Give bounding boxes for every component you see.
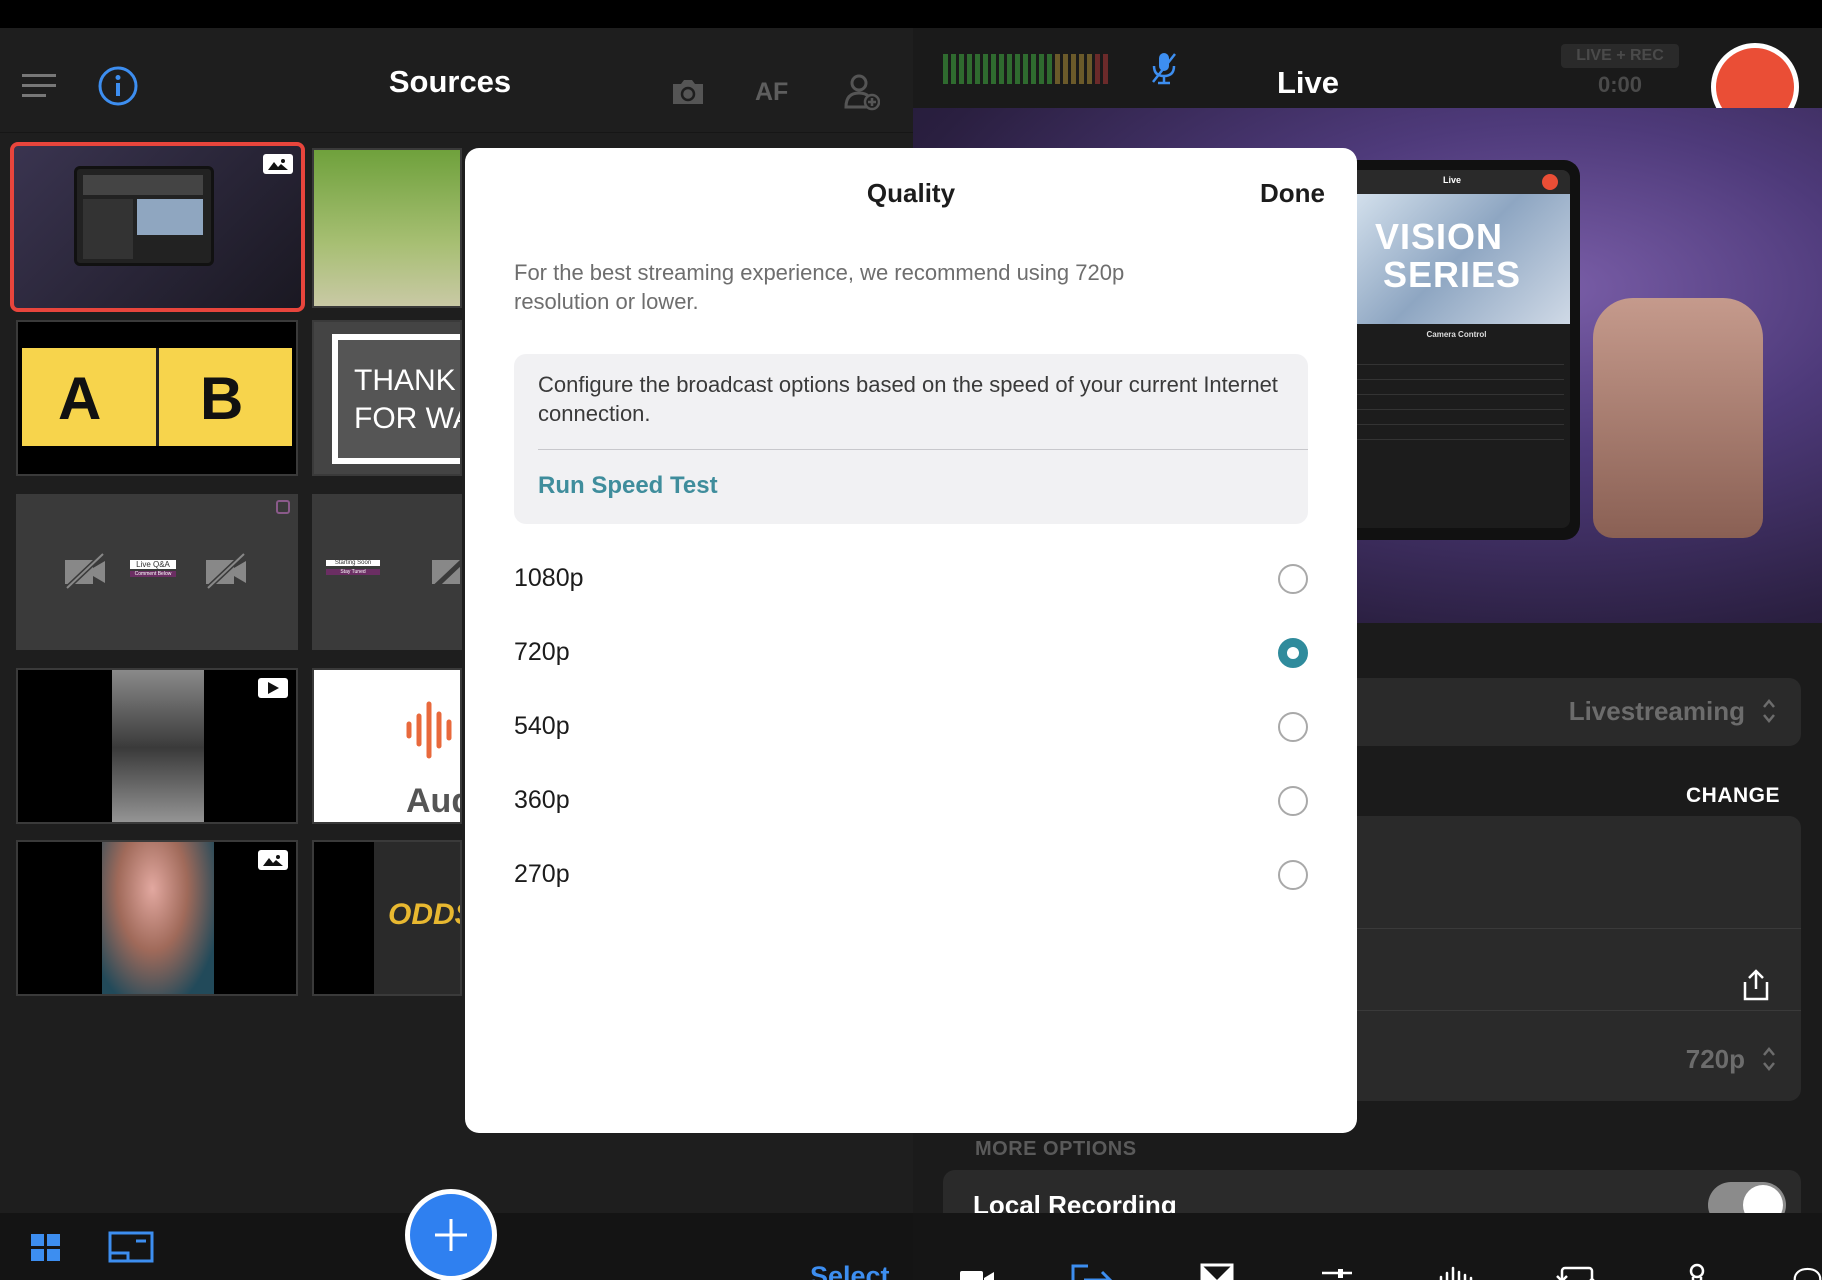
image-badge-icon xyxy=(263,154,293,174)
chevron-updown-icon xyxy=(1761,696,1777,731)
audio-tab-icon[interactable] xyxy=(1433,1260,1481,1280)
add-guest-icon[interactable] xyxy=(842,72,882,112)
qa-subtitle: Comment Below xyxy=(130,571,176,577)
divider xyxy=(538,449,1308,450)
quality-option-270p[interactable]: 270p xyxy=(514,846,1308,906)
microphone-muted-icon[interactable] xyxy=(1149,50,1179,91)
sources-title: Sources xyxy=(388,64,512,99)
info-icon[interactable] xyxy=(96,64,140,108)
preview-series: SERIES xyxy=(1383,254,1522,295)
quality-radio-selected[interactable] xyxy=(1278,638,1308,668)
camera-badge-icon xyxy=(276,500,290,514)
output-tab-icon[interactable] xyxy=(1068,1260,1116,1280)
preview-section: Camera Control xyxy=(1426,330,1487,339)
transition-tab-icon[interactable] xyxy=(1193,1260,1241,1280)
quality-value[interactable]: 720p xyxy=(1686,1044,1745,1075)
done-button[interactable]: Done xyxy=(1260,178,1325,209)
quality-description: For the best streaming experience, we re… xyxy=(514,260,1125,314)
switch-camera-tab-icon[interactable] xyxy=(1553,1260,1601,1280)
quality-modal: Quality Done For the best streaming expe… xyxy=(465,148,1357,1133)
thank-line-1: THANK xyxy=(354,364,456,397)
qa-title: Live Q&A xyxy=(130,560,176,569)
image-badge-icon xyxy=(258,850,288,870)
audio-label: Aud xyxy=(406,782,460,820)
speed-info-text: Configure the broadcast options based on… xyxy=(538,372,1278,426)
starting-title: Starting Soon xyxy=(326,560,380,566)
live-header: Live LIVE + REC 0:00 xyxy=(913,28,1822,131)
quality-option-label: 270p xyxy=(514,860,570,888)
autofocus-label[interactable]: AF xyxy=(755,78,788,107)
source-tile-video[interactable] xyxy=(16,668,298,824)
grid-view-icon[interactable] xyxy=(30,1233,62,1268)
more-options-heading: MORE OPTIONS xyxy=(975,1138,1137,1160)
video-badge-icon xyxy=(258,678,288,698)
quality-radio[interactable] xyxy=(1278,564,1308,594)
camera-tab-icon[interactable] xyxy=(953,1260,1001,1280)
modal-title: Quality xyxy=(866,178,956,208)
add-source-button[interactable] xyxy=(405,1189,497,1280)
audio-waveform-icon xyxy=(404,700,460,765)
preview-hand xyxy=(1593,298,1763,538)
broadcast-timer: 0:00 xyxy=(1597,72,1643,97)
run-speed-test-button[interactable]: Run Speed Test xyxy=(538,472,718,500)
quality-option-label: 540p xyxy=(514,712,570,740)
camera-off-icon xyxy=(63,552,107,595)
quality-radio[interactable] xyxy=(1278,712,1308,742)
preview-ipad: Live VISION SERIES Camera Control xyxy=(1333,160,1580,540)
odds-label: ODDS xyxy=(388,898,460,931)
change-button[interactable]: CHANGE xyxy=(1686,784,1780,808)
quality-option-label: 1080p xyxy=(514,564,584,592)
live-rec-badge: LIVE + REC xyxy=(1561,44,1679,68)
source-tile-odds[interactable]: ODDS xyxy=(312,840,462,996)
share-icon[interactable] xyxy=(1741,968,1771,1007)
source-tile-qa[interactable]: Live Q&A Comment Below xyxy=(16,494,298,650)
tile-ipad-graphic xyxy=(74,166,214,266)
starting-subtitle: Stay Tuned xyxy=(326,569,380,575)
preview-vision: VISION xyxy=(1375,216,1504,257)
quality-option-1080p[interactable]: 1080p xyxy=(514,550,1308,610)
quality-option-540p[interactable]: 540p xyxy=(514,698,1308,758)
thank-line-2: FOR WAT xyxy=(354,402,460,435)
ab-letter-b: B xyxy=(200,365,244,432)
camera-off-icon xyxy=(204,552,248,595)
chevron-updown-icon xyxy=(1761,1044,1777,1079)
adjustments-tab-icon[interactable] xyxy=(1313,1260,1361,1280)
source-tile-ab-split[interactable]: A B xyxy=(16,320,298,476)
layout-view-icon[interactable] xyxy=(108,1231,154,1268)
camera-flip-icon[interactable] xyxy=(668,76,708,108)
quality-radio[interactable] xyxy=(1278,786,1308,816)
quality-option-label: 360p xyxy=(514,786,570,814)
audio-level-meter xyxy=(943,54,1115,89)
mode-value: Livestreaming xyxy=(1568,696,1745,726)
camera-off-icon xyxy=(430,552,460,595)
source-tile-audio[interactable]: Aud xyxy=(312,668,462,824)
ab-letter-a: A xyxy=(58,365,102,432)
quality-option-360p[interactable]: 360p xyxy=(514,772,1308,832)
source-tile-camera[interactable] xyxy=(10,142,305,312)
source-tile-photo[interactable] xyxy=(16,840,298,996)
hamburger-menu-icon[interactable] xyxy=(20,70,60,100)
select-button[interactable]: Select xyxy=(810,1261,890,1280)
source-tile-thank-you[interactable]: THANK FOR WAT xyxy=(312,320,462,476)
quality-option-label: 720p xyxy=(514,638,570,666)
plus-icon xyxy=(435,1219,467,1251)
source-tile-starting-soon[interactable]: Starting Soon Stay Tuned xyxy=(312,494,462,650)
source-tile-field[interactable] xyxy=(312,148,462,308)
speed-info-box: Configure the broadcast options based on… xyxy=(514,354,1308,524)
stamp-tab-icon[interactable] xyxy=(1673,1260,1721,1280)
sources-header: Sources AF xyxy=(0,28,913,133)
comment-tab-icon[interactable] xyxy=(1793,1260,1822,1280)
quality-option-720p[interactable]: 720p xyxy=(514,624,1308,684)
live-title: Live xyxy=(1276,65,1340,100)
preview-ipad-title: Live xyxy=(1443,175,1462,185)
quality-radio[interactable] xyxy=(1278,860,1308,890)
